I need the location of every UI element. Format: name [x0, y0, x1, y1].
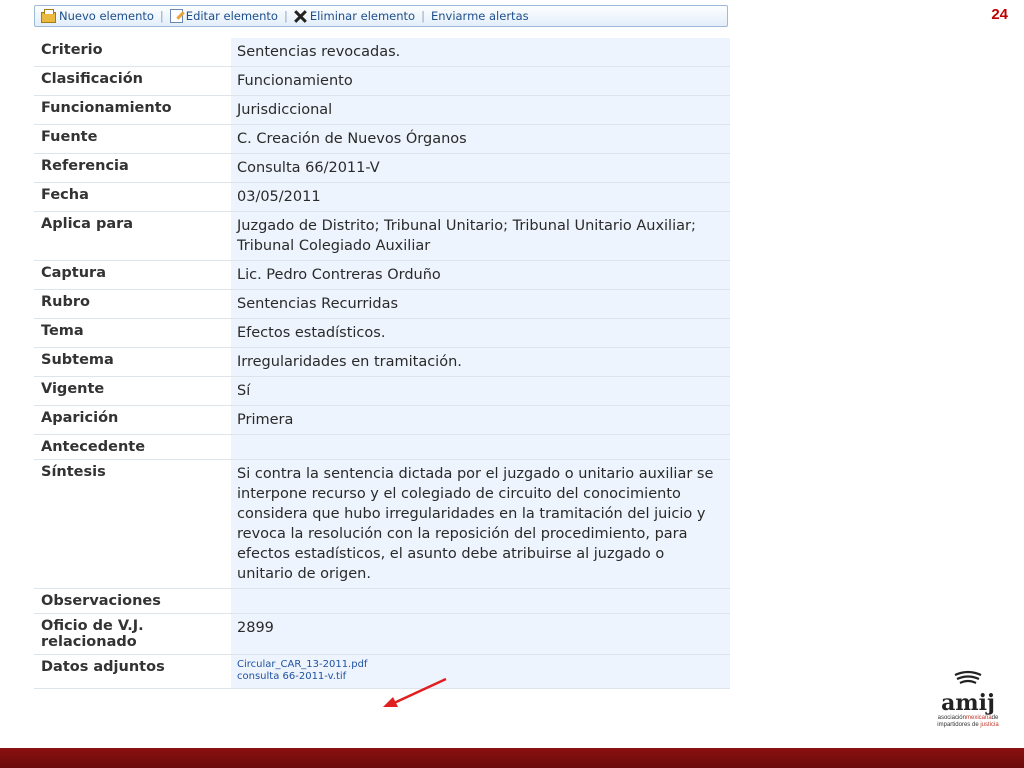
field-value: Sentencias Recurridas [231, 289, 730, 319]
attachment-link[interactable]: consulta 66-2011-v.tif [237, 671, 722, 683]
field-value: Funcionamiento [231, 66, 730, 96]
edit-item-button[interactable]: Editar elemento [169, 9, 278, 23]
field-label: Tema [34, 318, 231, 348]
field-label: Observaciones [34, 588, 231, 614]
field-value: Lic. Pedro Contreras Orduño [231, 260, 730, 290]
field-label: Síntesis [34, 459, 231, 589]
logo-tagline-1: asociaciónmexicanade [927, 715, 1009, 722]
logo-arcs-icon [954, 670, 982, 684]
delete-x-icon [294, 10, 307, 23]
field-label: Referencia [34, 153, 231, 183]
field-label: Rubro [34, 289, 231, 319]
item-toolbar: Nuevo elemento | Editar elemento | Elimi… [34, 5, 728, 27]
toolbar-separator: | [421, 9, 425, 23]
toolbar-separator: | [283, 9, 288, 23]
field-value: C. Creación de Nuevos Órganos [231, 124, 730, 154]
new-item-button[interactable]: Nuevo elemento [41, 8, 154, 23]
field-value: Juzgado de Distrito; Tribunal Unitario; … [231, 211, 730, 261]
field-value: Irregularidades en tramitación. [231, 347, 730, 377]
field-row-fecha: Fecha 03/05/2011 [34, 182, 730, 212]
field-label: Fecha [34, 182, 231, 212]
field-label: Antecedente [34, 434, 231, 460]
field-row-captura: Captura Lic. Pedro Contreras Orduño [34, 260, 730, 290]
logo-tagline-2: impartidores de justicia [927, 722, 1009, 729]
field-label: Clasificación [34, 66, 231, 96]
attachment-link[interactable]: Circular_CAR_13-2011.pdf [237, 659, 722, 671]
new-item-icon [41, 8, 56, 23]
field-value: Consulta 66/2011-V [231, 153, 730, 183]
field-row-observaciones: Observaciones [34, 588, 730, 614]
field-row-fuente: Fuente C. Creación de Nuevos Órganos [34, 124, 730, 154]
field-label: Fuente [34, 124, 231, 154]
field-row-funcionamiento: Funcionamiento Jurisdiccional [34, 95, 730, 125]
field-row-oficio: Oficio de V.J. relacionado 2899 [34, 613, 730, 655]
page-number: 24 [991, 6, 1008, 23]
logo-tag-accent: justicia [980, 722, 999, 728]
field-row-antecedente: Antecedente [34, 434, 730, 460]
field-value [231, 588, 730, 614]
logo-tag-word: asociación [937, 715, 966, 721]
amij-logo: amij asociaciónmexicanade impartidores d… [927, 670, 1009, 729]
field-value: Primera [231, 405, 730, 435]
logo-tag-word: impartidores [937, 722, 971, 728]
field-label: Subtema [34, 347, 231, 377]
field-row-rubro: Rubro Sentencias Recurridas [34, 289, 730, 319]
field-value: Jurisdiccional [231, 95, 730, 125]
field-value: 03/05/2011 [231, 182, 730, 212]
field-row-subtema: Subtema Irregularidades en tramitación. [34, 347, 730, 377]
field-label: Aplica para [34, 211, 231, 261]
toolbar-separator: | [159, 9, 164, 23]
field-label: Captura [34, 260, 231, 290]
field-label: Funcionamiento [34, 95, 231, 125]
field-row-aparicion: Aparición Primera [34, 405, 730, 435]
logo-tag-word: de [971, 722, 979, 728]
field-row-clasificacion: Clasificación Funcionamiento [34, 66, 730, 96]
field-label: Datos adjuntos [34, 654, 231, 689]
alert-me-button[interactable]: Enviarme alertas [431, 9, 529, 23]
attachments-value: Circular_CAR_13-2011.pdf consulta 66-201… [231, 654, 730, 689]
field-row-aplica-para: Aplica para Juzgado de Distrito; Tribuna… [34, 211, 730, 261]
field-label: Vigente [34, 376, 231, 406]
edit-item-icon [169, 9, 183, 23]
field-value: Sí [231, 376, 730, 406]
field-value: Si contra la sentencia dictada por el ju… [231, 459, 730, 589]
field-value: Efectos estadísticos. [231, 318, 730, 348]
field-row-sintesis: Síntesis Si contra la sentencia dictada … [34, 459, 730, 589]
footer-bar [0, 748, 1024, 768]
logo-name: amij [941, 690, 995, 716]
field-value [231, 434, 730, 460]
field-value: Sentencias revocadas. [231, 38, 730, 67]
field-row-vigente: Vigente Sí [34, 376, 730, 406]
field-label: Oficio de V.J. relacionado [34, 613, 231, 655]
item-properties-table: Criterio Sentencias revocadas. Clasifica… [34, 38, 730, 689]
field-row-tema: Tema Efectos estadísticos. [34, 318, 730, 348]
red-arrow-annotation [383, 677, 447, 707]
field-label: Criterio [34, 38, 231, 67]
field-row-referencia: Referencia Consulta 66/2011-V [34, 153, 730, 183]
new-item-label: Nuevo elemento [59, 9, 154, 23]
field-label: Aparición [34, 405, 231, 435]
delete-item-label: Eliminar elemento [309, 9, 416, 23]
logo-tag-word: de [991, 715, 999, 721]
field-value: 2899 [231, 613, 730, 655]
logo-tag-accent: mexicana [965, 715, 992, 721]
field-row-criterio: Criterio Sentencias revocadas. [34, 38, 730, 67]
delete-item-button[interactable]: Eliminar elemento [294, 9, 415, 23]
edit-item-label: Editar elemento [185, 9, 278, 23]
alert-me-label: Enviarme alertas [430, 9, 529, 23]
